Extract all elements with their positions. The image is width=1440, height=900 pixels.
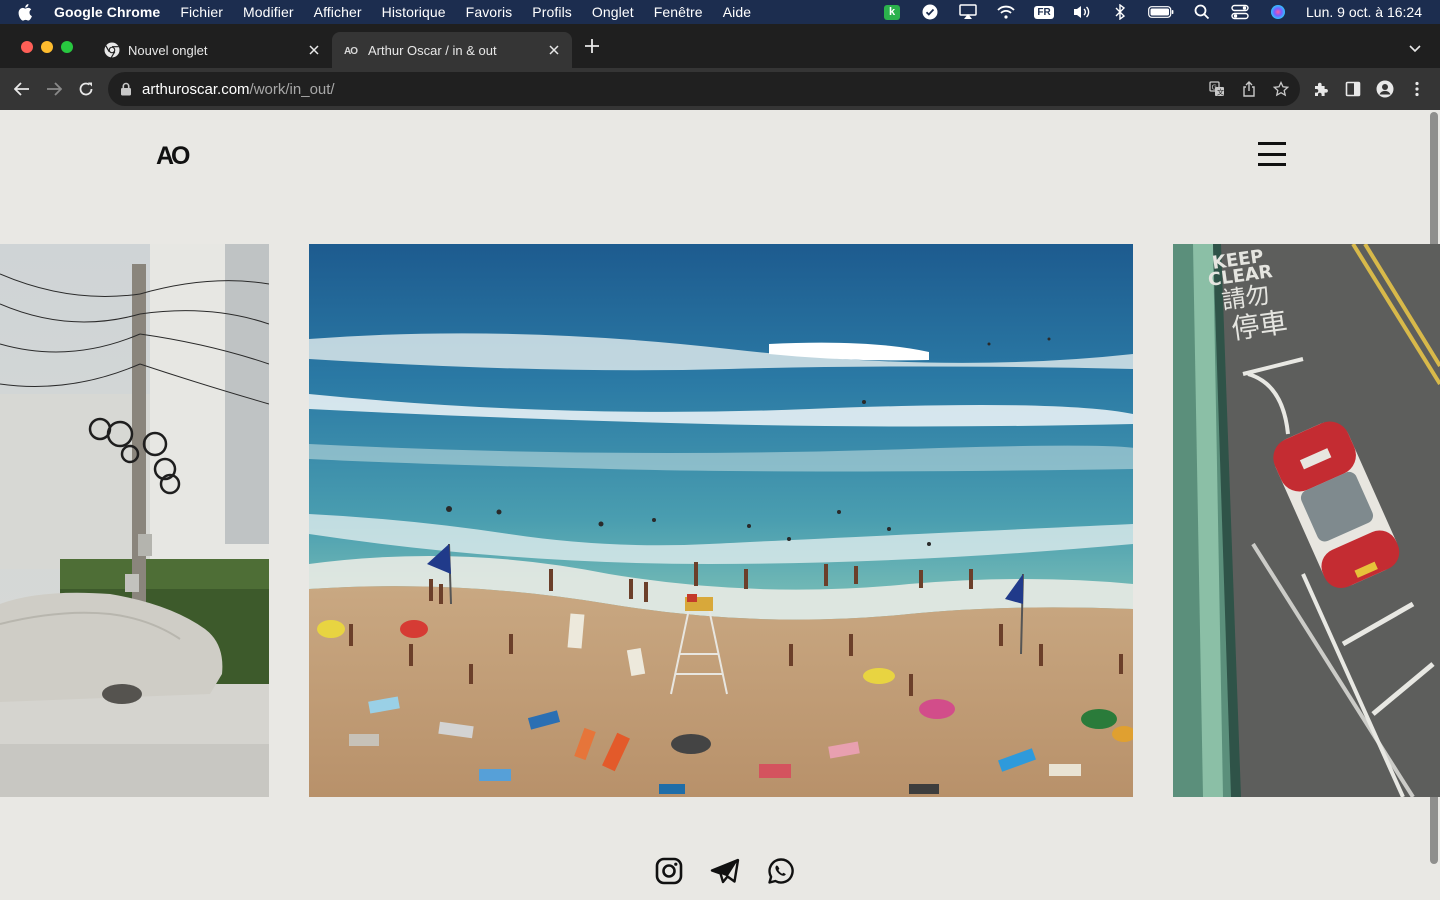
street-pole-photo[interactable] bbox=[0, 244, 269, 797]
back-arrow-icon[interactable] bbox=[12, 79, 32, 99]
close-tab-icon[interactable] bbox=[546, 42, 562, 58]
translate-icon[interactable]: G文 bbox=[1208, 80, 1226, 98]
input-source-badge[interactable]: FR bbox=[1034, 4, 1054, 20]
menu-fenetre[interactable]: Fenêtre bbox=[654, 4, 703, 20]
menu-favoris[interactable]: Favoris bbox=[466, 4, 513, 20]
macos-menu-bar: Google Chrome Fichier Modifier Afficher … bbox=[0, 0, 1440, 24]
svg-text:文: 文 bbox=[1217, 88, 1224, 97]
airplay-icon[interactable] bbox=[958, 4, 978, 20]
beach-photo[interactable] bbox=[309, 244, 1133, 797]
tab-new-tab[interactable]: Nouvel onglet bbox=[92, 32, 332, 68]
volume-icon[interactable] bbox=[1072, 4, 1092, 20]
menu-onglet[interactable]: Onglet bbox=[592, 4, 634, 20]
forward-arrow-icon[interactable] bbox=[44, 79, 64, 99]
bookmark-star-icon[interactable] bbox=[1272, 80, 1290, 98]
spotlight-icon[interactable] bbox=[1192, 4, 1212, 20]
tab-arthur-oscar[interactable]: AO Arthur Oscar / in & out bbox=[332, 32, 572, 68]
instagram-icon[interactable] bbox=[654, 856, 684, 886]
site-favicon: AO bbox=[344, 42, 360, 58]
whatsapp-icon[interactable] bbox=[766, 856, 796, 886]
apple-icon[interactable] bbox=[18, 0, 40, 24]
url-path: /work/in_out/ bbox=[249, 80, 335, 98]
menu-historique[interactable]: Historique bbox=[382, 4, 446, 20]
tab-title: Nouvel onglet bbox=[128, 42, 208, 58]
control-center-icon[interactable] bbox=[1230, 4, 1250, 20]
menu-fichier[interactable]: Fichier bbox=[180, 4, 223, 20]
telegram-icon[interactable] bbox=[710, 856, 740, 886]
battery-icon[interactable] bbox=[1148, 4, 1174, 20]
reload-icon[interactable] bbox=[76, 79, 96, 99]
extensions-puzzle-icon[interactable] bbox=[1312, 79, 1330, 99]
taxi-street-photo[interactable]: KEEP CLEAR 請勿 停車 bbox=[1173, 244, 1440, 797]
menu-profils[interactable]: Profils bbox=[532, 4, 572, 20]
close-tab-icon[interactable] bbox=[306, 42, 322, 58]
tab-search-chevron-icon[interactable] bbox=[1408, 41, 1426, 59]
svg-text:AO: AO bbox=[344, 46, 358, 56]
maximize-window-button[interactable] bbox=[61, 41, 73, 53]
close-window-button[interactable] bbox=[21, 41, 33, 53]
web-page: AO KEEP CLEAR 請勿 停車 bbox=[0, 110, 1440, 900]
profile-avatar-icon[interactable] bbox=[1376, 79, 1394, 99]
menu-afficher[interactable]: Afficher bbox=[314, 4, 362, 20]
social-links bbox=[654, 856, 796, 886]
menu-aide[interactable]: Aide bbox=[723, 4, 751, 20]
share-icon[interactable] bbox=[1240, 80, 1258, 98]
chrome-toolbar: arthuroscar.com/work/in_out/ G文 bbox=[0, 68, 1440, 110]
siri-icon[interactable] bbox=[1268, 4, 1288, 20]
menubar-clock[interactable]: Lun. 9 oct. à 16:24 bbox=[1306, 4, 1422, 20]
address-bar[interactable]: arthuroscar.com/work/in_out/ G文 bbox=[108, 72, 1300, 106]
menu-modifier[interactable]: Modifier bbox=[243, 4, 294, 20]
chrome-menu-kebab-icon[interactable] bbox=[1408, 79, 1426, 99]
bluetooth-icon[interactable] bbox=[1110, 4, 1130, 20]
site-logo[interactable]: AO bbox=[156, 142, 190, 171]
chrome-icon bbox=[104, 42, 120, 58]
url-host: arthuroscar.com bbox=[142, 80, 250, 98]
kaspersky-icon[interactable]: k bbox=[882, 4, 902, 20]
side-panel-icon[interactable] bbox=[1344, 79, 1362, 99]
lock-icon[interactable] bbox=[120, 81, 136, 97]
menu-app-name[interactable]: Google Chrome bbox=[54, 4, 160, 20]
tab-title: Arthur Oscar / in & out bbox=[368, 42, 497, 58]
hamburger-menu-icon[interactable] bbox=[1258, 140, 1286, 168]
wifi-icon[interactable] bbox=[996, 4, 1016, 20]
url-text[interactable]: arthuroscar.com/work/in_out/ bbox=[142, 81, 335, 98]
check-circle-icon[interactable] bbox=[920, 4, 940, 20]
chrome-tab-strip: Nouvel onglet AO Arthur Oscar / in & out bbox=[0, 24, 1440, 68]
new-tab-plus-icon[interactable] bbox=[584, 38, 602, 56]
minimize-window-button[interactable] bbox=[41, 41, 53, 53]
